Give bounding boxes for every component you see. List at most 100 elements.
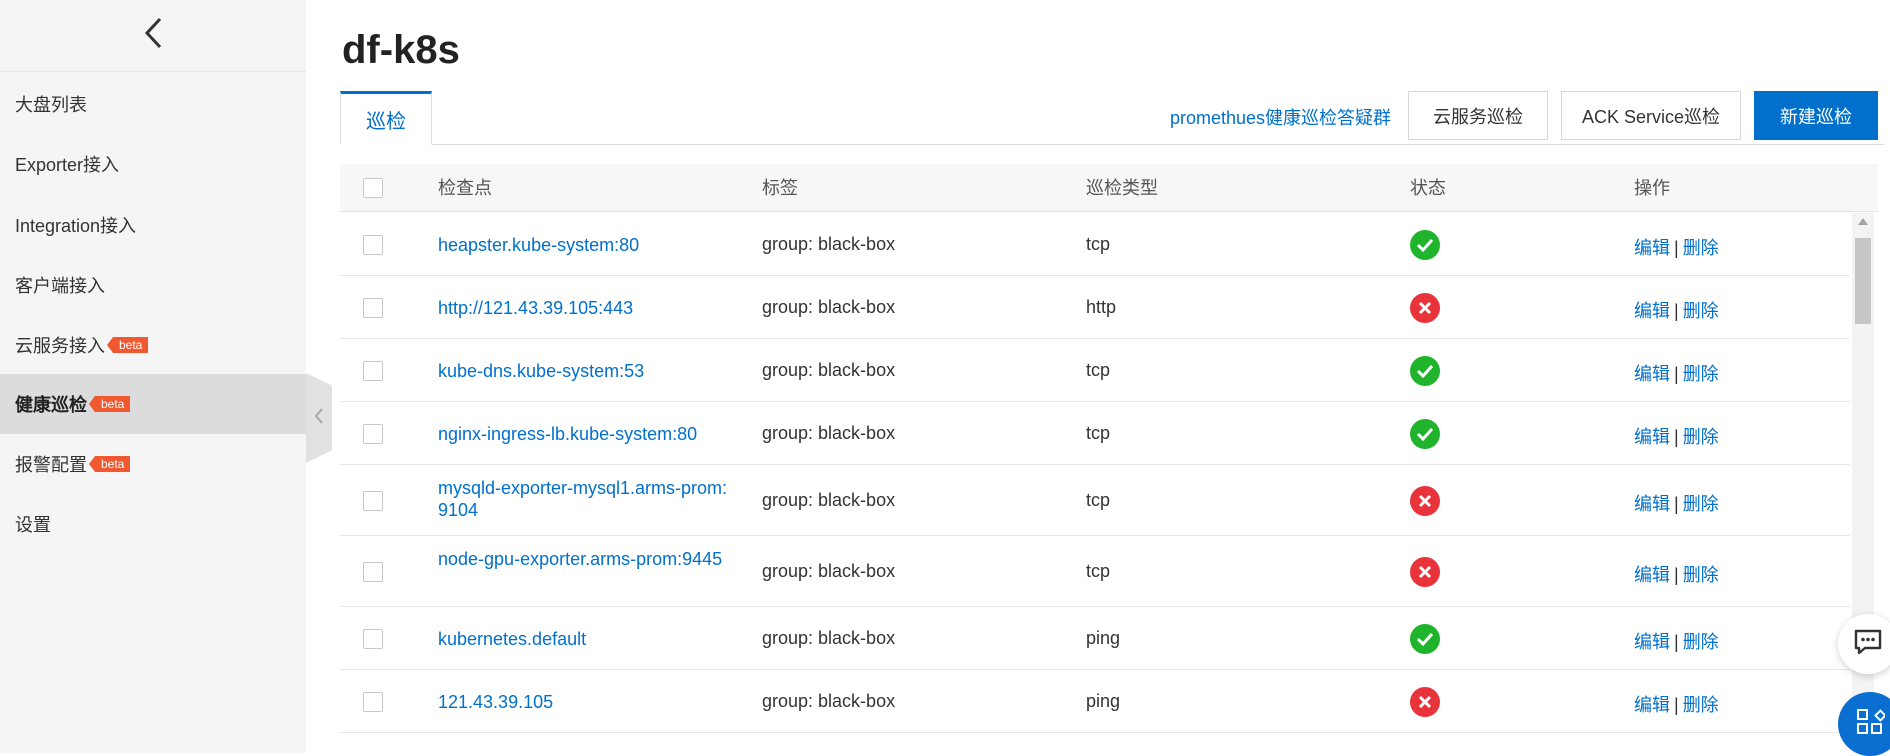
edit-link[interactable]: 编辑 (1634, 565, 1670, 585)
sidebar-item-label: 大盘列表 (15, 95, 87, 115)
row-actions: 编辑 | 删除 (1634, 628, 1719, 654)
page-title: df-k8s (342, 28, 460, 72)
actions-separator: | (1674, 631, 1679, 652)
scroll-up-arrow[interactable] (1858, 218, 1868, 225)
type-text: tcp (1086, 560, 1111, 581)
table-row: nginx-ingress-lb.kube-system:80 group: bl… (340, 402, 1850, 465)
qa-group-link[interactable]: promethues健康巡检答疑群 (1170, 104, 1391, 130)
type-text: tcp (1086, 489, 1111, 510)
checkpoint-link[interactable]: mysqld-exporter-mysql1.arms-prom:9104 (438, 477, 728, 521)
row-checkbox[interactable] (363, 423, 383, 444)
sidebar-item[interactable]: 客户端接入 (0, 255, 306, 315)
actions-separator: | (1674, 694, 1679, 715)
sidebar-item[interactable]: 云服务接入 beta (0, 315, 306, 375)
new-inspection-button[interactable]: 新建巡检 (1754, 91, 1878, 140)
status-error-icon (1410, 485, 1440, 516)
status-error-icon (1410, 686, 1440, 717)
row-checkbox[interactable] (363, 297, 383, 318)
checkpoint-link[interactable]: 121.43.39.105 (438, 691, 728, 713)
edit-link[interactable]: 编辑 (1634, 364, 1670, 384)
edit-link[interactable]: 编辑 (1634, 632, 1670, 652)
row-checkbox[interactable] (363, 691, 383, 712)
sidebar-item-label: 报警配置 (15, 455, 87, 475)
delete-link[interactable]: 删除 (1683, 695, 1719, 715)
sidebar-item-label: 客户端接入 (15, 276, 105, 296)
beta-badge: beta (88, 396, 131, 412)
status-ok-icon (1410, 355, 1440, 386)
row-actions: 编辑 | 删除 (1634, 423, 1719, 449)
edit-link[interactable]: 编辑 (1634, 238, 1670, 258)
table-row: kube-dns.kube-system:53 group: black-box t… (340, 339, 1850, 402)
actions-separator: | (1674, 493, 1679, 514)
edit-link[interactable]: 编辑 (1634, 301, 1670, 321)
sidebar-item[interactable]: Integration接入 (0, 195, 306, 255)
tag-text: group: black-box (762, 422, 896, 443)
scroll-thumb[interactable] (1855, 238, 1871, 324)
actions-separator: | (1674, 426, 1679, 447)
checkpoint-link[interactable]: kube-dns.kube-system:53 (438, 360, 728, 382)
type-text: tcp (1086, 233, 1111, 254)
checkpoint-link[interactable]: http://121.43.39.105:443 (438, 297, 728, 319)
checkpoint-link[interactable]: nginx-ingress-lb.kube-system:80 (438, 423, 728, 445)
row-actions: 编辑 | 删除 (1634, 691, 1719, 717)
table-row: http://121.43.39.105:443 group: black-box… (340, 276, 1850, 339)
select-all-checkbox[interactable] (363, 178, 383, 198)
column-type: 巡检类型 (1086, 178, 1158, 198)
sidebar-item[interactable]: 大盘列表 (0, 74, 306, 134)
table-row: mysqld-exporter-mysql1.arms-prom:9104 gro… (340, 465, 1850, 536)
delete-link[interactable]: 删除 (1683, 427, 1719, 447)
tab-inspection[interactable]: 巡检 (340, 91, 432, 145)
actions-separator: | (1674, 237, 1679, 258)
tag-text: group: black-box (762, 233, 896, 254)
row-checkbox[interactable] (363, 234, 383, 255)
table-row: kubernetes.default group: black-box ping 编辑… (340, 607, 1850, 670)
tag-text: group: black-box (762, 560, 896, 581)
delete-link[interactable]: 删除 (1683, 565, 1719, 585)
checkpoint-link[interactable]: kubernetes.default (438, 628, 728, 650)
checkpoint-link[interactable]: heapster.kube-system:80 (438, 234, 728, 256)
tag-text: group: black-box (762, 359, 896, 380)
column-actions: 操作 (1634, 178, 1670, 198)
table-header: 检查点 标签 巡检类型 状态 操作 (340, 164, 1878, 212)
actions-separator: | (1674, 363, 1679, 384)
status-ok-icon (1410, 229, 1440, 260)
delete-link[interactable]: 删除 (1683, 494, 1719, 514)
sidebar-item-label: Exporter接入 (15, 155, 120, 175)
sidebar-item[interactable]: 健康巡检 beta (0, 374, 306, 434)
delete-link[interactable]: 删除 (1683, 632, 1719, 652)
sidebar-item-label: 设置 (15, 515, 51, 535)
table-row: heapster.kube-system:80 group: black-box t… (340, 213, 1850, 276)
main-content: df-k8s 巡检 promethues健康巡检答疑群 云服务巡检 ACK Se… (306, 0, 1890, 753)
cloud-inspection-button[interactable]: 云服务巡检 (1408, 91, 1548, 140)
delete-link[interactable]: 删除 (1683, 364, 1719, 384)
edit-link[interactable]: 编辑 (1634, 695, 1670, 715)
chat-button[interactable] (1838, 614, 1890, 674)
beta-badge: beta (88, 456, 131, 472)
row-checkbox[interactable] (363, 360, 383, 381)
tag-text: group: black-box (762, 489, 896, 510)
checkpoint-link[interactable]: node-gpu-exporter.arms-prom:9445 (438, 548, 728, 570)
back-button[interactable] (0, 0, 306, 72)
table-row: 121.43.39.105 group: black-box ping 编辑 | 删除 (340, 670, 1850, 733)
row-checkbox[interactable] (363, 628, 383, 649)
row-checkbox[interactable] (363, 490, 383, 511)
row-checkbox[interactable] (363, 561, 383, 582)
ack-service-inspection-button[interactable]: ACK Service巡检 (1561, 91, 1741, 140)
edit-link[interactable]: 编辑 (1634, 427, 1670, 447)
tag-text: group: black-box (762, 296, 896, 317)
delete-link[interactable]: 删除 (1683, 238, 1719, 258)
row-actions: 编辑 | 删除 (1634, 234, 1719, 260)
sidebar-item[interactable]: 报警配置 beta (0, 434, 306, 494)
sidebar-item-label: 云服务接入 (15, 336, 105, 356)
type-text: ping (1086, 690, 1121, 711)
delete-link[interactable]: 删除 (1683, 301, 1719, 321)
status-ok-icon (1410, 418, 1440, 449)
actions-separator: | (1674, 564, 1679, 585)
sidebar-item[interactable]: Exporter接入 (0, 134, 306, 194)
edit-link[interactable]: 编辑 (1634, 494, 1670, 514)
tag-text: group: black-box (762, 627, 896, 648)
status-error-icon (1410, 292, 1440, 323)
sidebar-item[interactable]: 设置 (0, 494, 306, 554)
row-actions: 编辑 | 删除 (1634, 297, 1719, 323)
type-text: tcp (1086, 359, 1111, 380)
